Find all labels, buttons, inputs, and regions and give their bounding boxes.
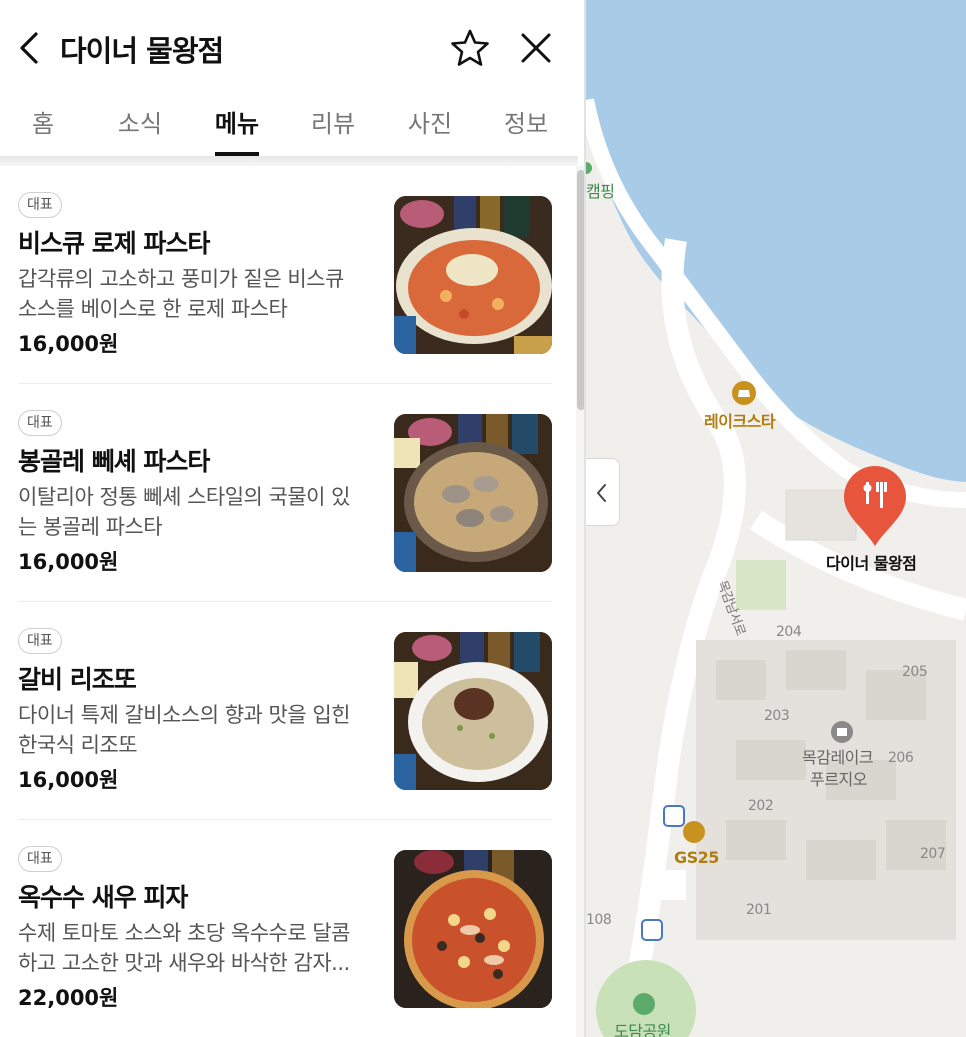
tab-info[interactable]: 정보	[491, 104, 561, 139]
chevron-left-icon	[597, 484, 606, 502]
menu-item-photo[interactable]	[394, 850, 552, 1008]
tab-reviews[interactable]: 리뷰	[298, 104, 368, 139]
tab-news[interactable]: 소식	[105, 104, 175, 139]
building-number: 205	[902, 664, 928, 680]
building-number: 201	[746, 902, 772, 918]
green-lot	[736, 560, 786, 610]
menu-item-description: 이탈리아 정통 뻬셰 스타일의 국물이 있는 봉골레 파스타	[18, 485, 351, 539]
menu-item[interactable]: 대표 옥수수 새우 피자 수제 토마토 소스와 초당 옥수수로 달콤하고 고소한…	[18, 820, 552, 1037]
menu-item-price: 16,000원	[18, 332, 119, 356]
bus-stop-icon[interactable]	[641, 919, 663, 941]
signature-badge: 대표	[18, 192, 62, 218]
place-panel: 다이너 물왕점 홈 소식 메뉴 리뷰 사진 정보 대표 비스큐 로제 파스타 갑…	[0, 0, 586, 1037]
crosswalk	[646, 870, 686, 900]
building-number: 203	[764, 708, 790, 724]
menu-item-price: 22,000원	[18, 986, 119, 1010]
menu-item[interactable]: 대표 갈비 리조또 다이너 특제 갈비소스의 향과 맛을 입힌 한국식 리조또 …	[18, 602, 552, 820]
menu-item-description: 다이너 특제 갈비소스의 향과 맛을 입힌 한국식 리조또	[18, 703, 351, 757]
tab-photos[interactable]: 사진	[395, 104, 465, 139]
signature-badge: 대표	[18, 628, 62, 654]
apartment-label-line2: 푸르지오	[810, 770, 867, 789]
collapse-panel-button[interactable]	[586, 458, 620, 526]
tab-bar: 홈 소식 메뉴 리뷰 사진 정보	[0, 96, 576, 156]
signature-badge: 대표	[18, 846, 62, 872]
menu-item-price: 16,000원	[18, 768, 119, 792]
building-number: 206	[888, 750, 914, 766]
map-canvas[interactable]	[586, 0, 966, 1037]
building-number: 207	[920, 846, 946, 862]
building-number: 108	[586, 912, 612, 928]
close-button[interactable]	[516, 28, 556, 68]
park-label: 도담공원	[614, 1022, 671, 1037]
menu-item-name: 갈비 리조또	[18, 665, 137, 694]
diner-map-label: 다이너 물왕점	[826, 554, 917, 573]
tab-menu[interactable]: 메뉴	[202, 104, 272, 139]
building-number: 202	[748, 798, 774, 814]
menu-item[interactable]: 대표 비스큐 로제 파스타 갑각류의 고소하고 풍미가 짙은 비스큐 소스를 베…	[18, 166, 552, 384]
tab-home[interactable]: 홈	[8, 104, 78, 139]
favorite-button[interactable]	[450, 28, 490, 68]
gs25-label: GS25	[674, 848, 719, 867]
menu-list: 대표 비스큐 로제 파스타 갑각류의 고소하고 풍미가 짙은 비스큐 소스를 베…	[0, 166, 576, 1037]
menu-item-photo[interactable]	[394, 414, 552, 572]
tab-divider	[0, 156, 578, 166]
menu-item-price: 16,000원	[18, 550, 119, 574]
apartment-label-line1: 목감레이크	[802, 748, 874, 767]
park-poi-icon[interactable]	[633, 993, 655, 1015]
convenience-store-icon[interactable]	[683, 821, 705, 843]
menu-item-name: 비스큐 로제 파스타	[18, 229, 210, 258]
lakestar-label: 레이크스타	[704, 412, 776, 431]
menu-item-description: 수제 토마토 소스와 초당 옥수수로 달콤하고 고소한 맛과 새우와 바삭한 감…	[18, 921, 351, 975]
header-bar: 다이너 물왕점	[0, 0, 586, 96]
menu-item-photo[interactable]	[394, 196, 552, 354]
camping-label: 캠핑	[586, 182, 615, 201]
menu-item-name: 봉골레 뻬셰 파스타	[18, 447, 210, 476]
menu-item-name: 옥수수 새우 피자	[18, 883, 188, 912]
back-button[interactable]	[12, 28, 46, 68]
bus-stop-icon[interactable]	[663, 805, 685, 827]
menu-item-description: 갑각류의 고소하고 풍미가 짙은 비스큐 소스를 베이스로 한 로제 파스타	[18, 267, 344, 321]
building-number: 204	[776, 624, 802, 640]
star-icon	[451, 29, 489, 66]
chevron-left-icon	[20, 32, 38, 64]
close-icon	[521, 33, 551, 63]
menu-item[interactable]: 대표 봉골레 뻬셰 파스타 이탈리아 정통 뻬셰 스타일의 국물이 있는 봉골레…	[18, 384, 552, 602]
menu-item-photo[interactable]	[394, 632, 552, 790]
signature-badge: 대표	[18, 410, 62, 436]
page-title: 다이너 물왕점	[60, 34, 224, 68]
map-view[interactable]: 캠핑 레이크스타 다이너 물왕점 목감남서로 204 205 203 206 목…	[586, 0, 966, 1037]
